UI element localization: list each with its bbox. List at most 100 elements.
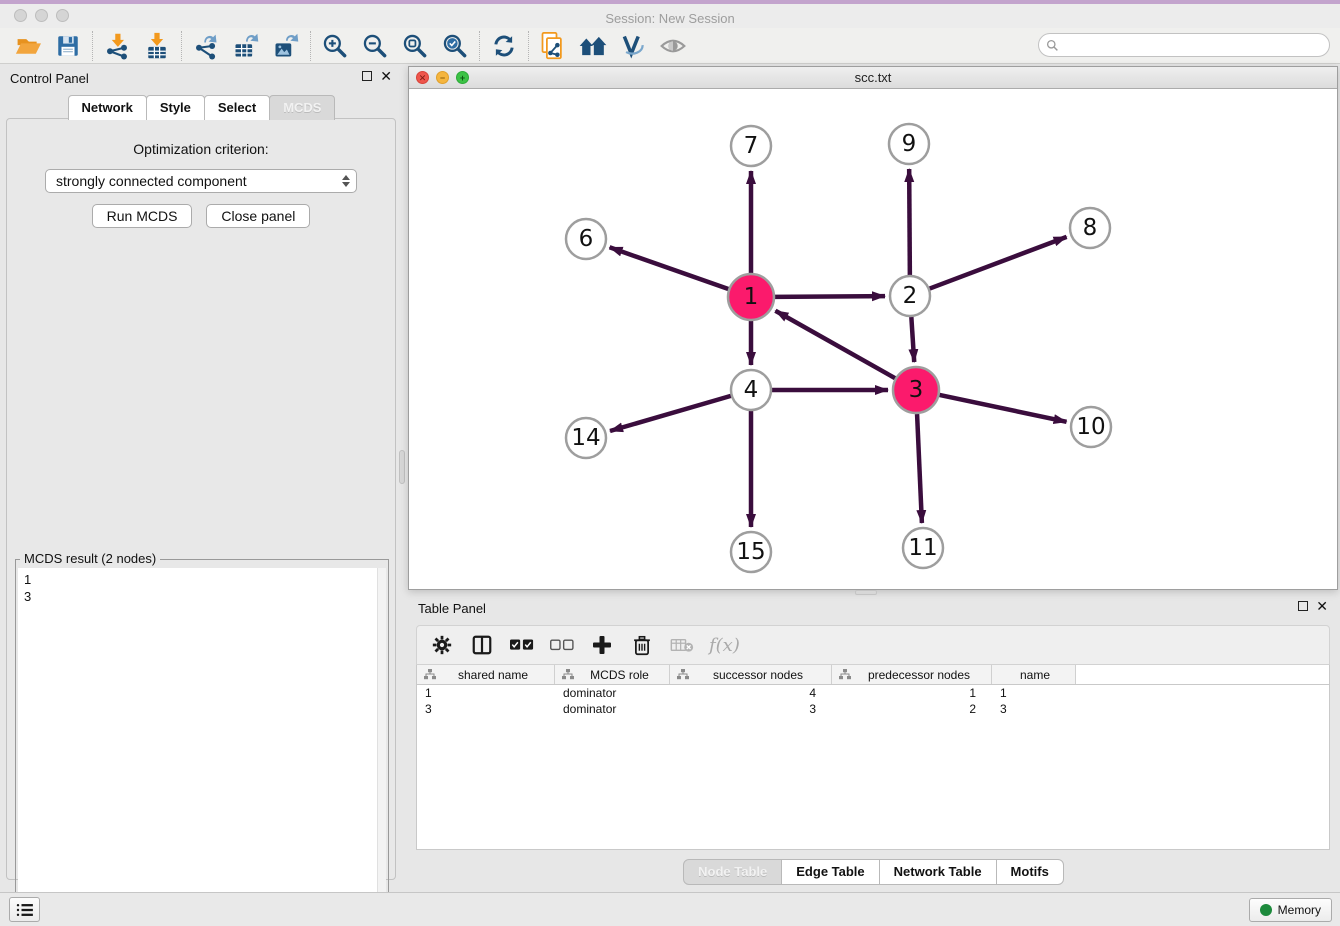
table-panel-float-button[interactable]	[1298, 601, 1308, 611]
toolbar-separator	[92, 31, 93, 61]
column-header-mcds-role[interactable]: MCDS role	[555, 665, 670, 684]
table-cell: 3	[670, 702, 832, 716]
tab-style[interactable]: Style	[146, 95, 205, 120]
network-file-icon	[539, 31, 567, 61]
table-panel-title: Table Panel	[418, 601, 486, 616]
node-table[interactable]: shared name MCDS role successor nodes pr…	[416, 665, 1330, 850]
network-file-button[interactable]	[533, 30, 573, 62]
graph-node-label-6: 6	[579, 226, 594, 252]
import-network-button[interactable]	[97, 30, 137, 62]
column-header-successor-nodes[interactable]: successor nodes	[670, 665, 832, 684]
table-cell: 1	[417, 686, 555, 700]
zoom-fit-button[interactable]	[395, 30, 435, 62]
mcds-result-text[interactable]: 1 3	[18, 568, 386, 926]
table-row[interactable]: 3dominator323	[417, 701, 1329, 717]
select-all-columns-button[interactable]	[509, 632, 535, 658]
table-row[interactable]: 1dominator411	[417, 685, 1329, 701]
column-layout-button[interactable]	[469, 632, 495, 658]
network-close-button[interactable]: ✕	[416, 71, 429, 84]
export-network-icon	[192, 32, 220, 60]
column-header-predecessor-nodes[interactable]: predecessor nodes	[832, 665, 992, 684]
table-panel-header: Table Panel ✕	[408, 597, 1338, 621]
close-panel-button[interactable]: Close panel	[206, 204, 310, 228]
dropdown-value: strongly connected component	[56, 173, 342, 189]
graph-edge-2-3[interactable]	[911, 317, 914, 362]
column-type-icon	[424, 669, 436, 680]
zoom-in-button[interactable]	[315, 30, 355, 62]
vizmapper-button[interactable]	[613, 30, 653, 62]
graph-edge-3-10[interactable]	[939, 395, 1066, 422]
toolbar-separator	[528, 31, 529, 61]
export-image-button[interactable]	[266, 30, 306, 62]
control-panel-tabs: Network Style Select MCDS	[0, 95, 402, 120]
column-header-shared-name[interactable]: shared name	[417, 665, 555, 684]
search-input[interactable]	[1059, 35, 1329, 55]
graph-edge-3-11[interactable]	[917, 414, 922, 523]
control-panel-header: Control Panel ✕	[0, 66, 402, 92]
mcds-result-fieldset: MCDS result (2 nodes) 1 3	[15, 559, 389, 926]
toolbar-separator	[479, 31, 480, 61]
delete-column-button[interactable]	[629, 632, 655, 658]
graph-edge-2-9[interactable]	[909, 169, 910, 275]
run-mcds-button[interactable]: Run MCDS	[92, 204, 193, 228]
control-panel-float-button[interactable]	[362, 71, 372, 81]
horizontal-splitter-handle[interactable]	[855, 590, 877, 595]
import-table-button[interactable]	[137, 30, 177, 62]
network-graph[interactable]: 7968124314101511	[409, 89, 1337, 589]
tab-network[interactable]: Network	[68, 95, 147, 120]
graph-edge-4-14[interactable]	[610, 396, 731, 431]
tab-network-table[interactable]: Network Table	[879, 859, 997, 885]
control-panel-close-button[interactable]: ✕	[380, 71, 392, 81]
open-folder-icon	[14, 33, 42, 59]
refresh-button[interactable]	[484, 30, 524, 62]
mcds-result-title: MCDS result (2 nodes)	[20, 551, 160, 566]
table-settings-button[interactable]	[429, 632, 455, 658]
plus-icon	[592, 635, 612, 655]
graph-node-label-8: 8	[1083, 215, 1098, 241]
table-panel-close-button[interactable]: ✕	[1316, 601, 1328, 611]
deselect-all-columns-button[interactable]	[549, 632, 575, 658]
network-minimize-button[interactable]: −	[436, 71, 449, 84]
network-window-titlebar[interactable]: ✕ − + scc.txt	[409, 67, 1337, 89]
tab-motifs[interactable]: Motifs	[996, 859, 1064, 885]
column-type-icon	[839, 669, 851, 680]
home-button[interactable]	[573, 30, 613, 62]
network-canvas[interactable]: 7968124314101511	[409, 89, 1337, 589]
open-file-button[interactable]	[8, 30, 48, 62]
task-history-button[interactable]	[9, 897, 40, 922]
hide-show-button[interactable]	[653, 30, 693, 62]
zoom-selected-button[interactable]	[435, 30, 475, 62]
graph-edge-1-6[interactable]	[610, 247, 729, 289]
graph-node-label-4: 4	[744, 377, 759, 403]
gear-icon	[431, 634, 453, 656]
delete-table-icon	[670, 637, 694, 653]
optimization-criterion-dropdown[interactable]: strongly connected component	[45, 169, 357, 193]
search-box[interactable]	[1038, 33, 1330, 57]
table-cell: 1	[832, 686, 992, 700]
table-cell: 4	[670, 686, 832, 700]
export-table-button[interactable]	[226, 30, 266, 62]
network-maximize-button[interactable]: +	[456, 71, 469, 84]
tab-select[interactable]: Select	[204, 95, 270, 120]
tab-mcds[interactable]: MCDS	[269, 95, 335, 120]
export-network-button[interactable]	[186, 30, 226, 62]
mcds-result-scrollbar[interactable]	[377, 568, 386, 926]
graph-edge-2-8[interactable]	[930, 237, 1067, 289]
mcds-tab-content: Optimization criterion: strongly connect…	[6, 118, 396, 880]
graph-node-label-3: 3	[909, 377, 924, 403]
graph-edge-3-1[interactable]	[775, 311, 895, 378]
create-column-button[interactable]	[589, 632, 615, 658]
app-title: Session: New Session	[0, 8, 1340, 30]
columns-icon	[471, 634, 493, 656]
tab-edge-table[interactable]: Edge Table	[781, 859, 879, 885]
app-titlebar: Session: New Session	[0, 4, 1340, 28]
column-header-name[interactable]: name	[992, 665, 1076, 684]
tab-node-table[interactable]: Node Table	[683, 859, 782, 885]
table-panel-tabs: Node Table Edge Table Network Table Moti…	[408, 859, 1338, 885]
vertical-splitter-handle[interactable]	[399, 450, 405, 484]
save-session-button[interactable]	[48, 30, 88, 62]
graph-edge-1-2[interactable]	[775, 296, 885, 297]
memory-button[interactable]: Memory	[1249, 898, 1332, 922]
zoom-out-button[interactable]	[355, 30, 395, 62]
network-view-window: ✕ − + scc.txt 7968124314101511	[408, 66, 1338, 590]
